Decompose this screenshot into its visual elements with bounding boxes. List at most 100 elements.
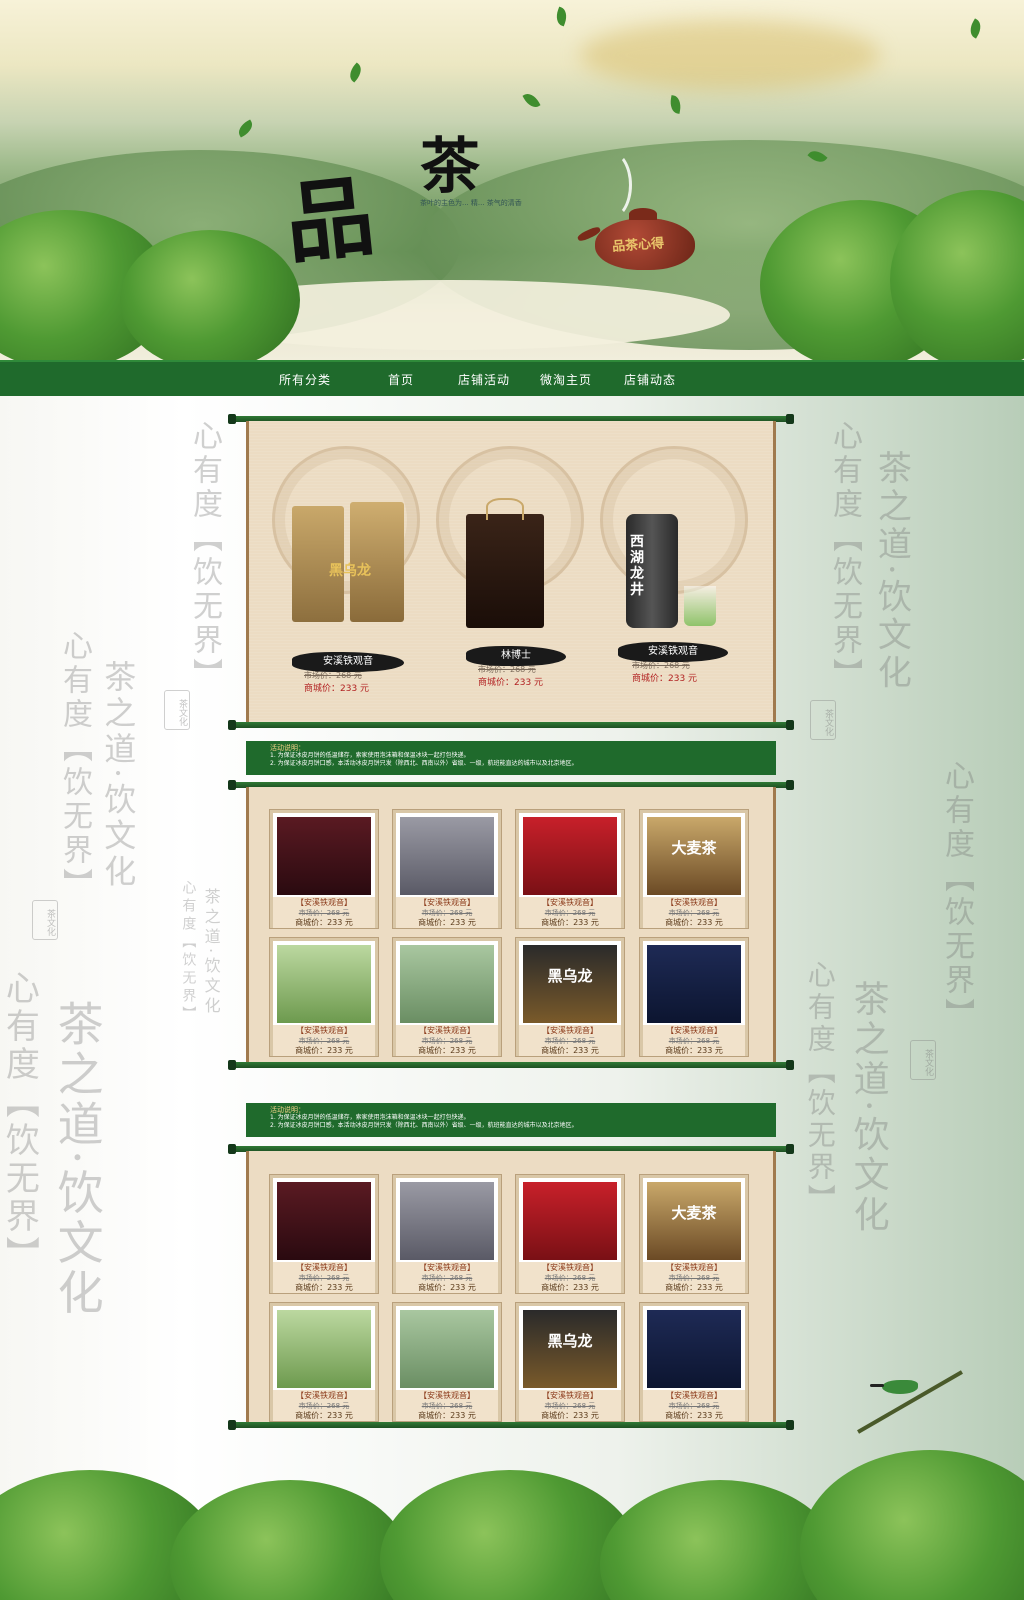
sale-price: 商城价：233 元 bbox=[396, 1282, 498, 1293]
product-card[interactable]: 【安溪铁观音】 市场价：268 元商城价：233 元 bbox=[393, 938, 501, 1056]
product-card[interactable]: 大麦茶 【安溪铁观音】 市场价：268 元商城价：233 元 bbox=[640, 1175, 748, 1293]
falling-leaf-icon bbox=[522, 90, 541, 111]
product-name: 【安溪铁观音】 bbox=[396, 1262, 498, 1273]
market-price: 市场价：268 元 bbox=[478, 665, 536, 674]
product-name: 【安溪铁观音】 bbox=[643, 897, 745, 908]
sale-price: 商城价：233 元 bbox=[519, 1410, 621, 1421]
product-name: 【安溪铁观音】 bbox=[519, 1390, 621, 1401]
golden-sky-glow bbox=[580, 20, 880, 90]
sale-price: 商城价：233 元 bbox=[632, 674, 698, 684]
sale-price: 商城价：233 元 bbox=[643, 917, 745, 928]
bg-calligraphy: 心有度【饮无界】 bbox=[187, 420, 222, 692]
product-name-brush: 林博士 bbox=[466, 646, 566, 666]
product-name: 【安溪铁观音】 bbox=[273, 1390, 375, 1401]
sale-price: 商城价：233 元 bbox=[273, 1282, 375, 1293]
product-image[interactable] bbox=[523, 1182, 617, 1260]
product-card[interactable]: 大麦茶 【安溪铁观音】 市场价：268 元商城价：233 元 bbox=[640, 810, 748, 928]
footer-tea-bushes bbox=[0, 1440, 1024, 1600]
product-card[interactable]: 黑乌龙 【安溪铁观音】 市场价：268 元商城价：233 元 bbox=[516, 938, 624, 1056]
sale-price: 商城价：233 元 bbox=[273, 1410, 375, 1421]
product-name: 【安溪铁观音】 bbox=[396, 1025, 498, 1036]
bg-calligraphy: 茶之道·饮文化 bbox=[201, 888, 221, 1018]
product-image-label: 西湖龙井 bbox=[630, 534, 644, 598]
product-card[interactable]: 【安溪铁观音】 市场价：268 元商城价：233 元 bbox=[516, 810, 624, 928]
product-image[interactable] bbox=[400, 1182, 494, 1260]
product-name-brush: 安溪铁观音 bbox=[292, 652, 404, 672]
logo-calligraphy-cha: 茶 bbox=[420, 132, 480, 202]
product-image[interactable] bbox=[277, 945, 371, 1023]
seal-stamp: 茶文化 bbox=[32, 900, 58, 940]
sale-price: 商城价：233 元 bbox=[519, 1282, 621, 1293]
tea-bush bbox=[380, 1470, 640, 1600]
product-image[interactable] bbox=[400, 945, 494, 1023]
product-card[interactable]: 【安溪铁观音】 市场价：268 元商城价：233 元 bbox=[640, 938, 748, 1056]
product-name: 【安溪铁观音】 bbox=[643, 1262, 745, 1273]
product-image[interactable] bbox=[277, 817, 371, 895]
product-name-brush: 安溪铁观音 bbox=[618, 642, 728, 662]
sale-price: 商城价：233 元 bbox=[273, 1045, 375, 1056]
bg-calligraphy: 心有度【饮无界】 bbox=[803, 960, 837, 1216]
tea-bush bbox=[800, 1450, 1024, 1600]
product-card[interactable]: 【安溪铁观音】 市场价：268 元商城价：233 元 bbox=[270, 1303, 378, 1421]
activity-notice-banner: 活动说明： 1. 为保证冰皮月饼的低温储存，索家使用泡沫箱和保温冰块一起打包快递… bbox=[246, 1103, 776, 1137]
sale-price: 商城价：233 元 bbox=[519, 1045, 621, 1056]
product-card[interactable]: 【安溪铁观音】 市场价：268 元商城价：233 元 bbox=[393, 1303, 501, 1421]
logo-calligraphy-pin: 品 bbox=[280, 163, 373, 276]
notice-line: 2. 为保证冰皮月饼口感，本活动冰皮月饼只发（除西北、西南以外）省级、一级，航班… bbox=[270, 760, 578, 767]
bg-calligraphy: 茶之道·饮文化 bbox=[50, 1000, 105, 1319]
product-name: 【安溪铁观音】 bbox=[273, 1025, 375, 1036]
bg-calligraphy: 心有度【饮无界】 bbox=[180, 880, 197, 1024]
nav-all-categories[interactable]: 所有分类 bbox=[279, 371, 331, 388]
product-card[interactable]: 【安溪铁观音】 市场价：268 元商城价：233 元 bbox=[516, 1175, 624, 1293]
sale-price: 商城价：233 元 bbox=[396, 917, 498, 928]
product-image-label: 黑乌龙 bbox=[547, 1332, 593, 1350]
activity-notice-banner: 活动说明： 1. 为保证冰皮月饼的低温储存，索家使用泡沫箱和保温冰块一起打包快递… bbox=[246, 741, 776, 775]
bag-handle-icon bbox=[486, 498, 524, 520]
sale-price: 商城价：233 元 bbox=[304, 684, 370, 694]
bg-calligraphy: 心有度【饮无界】 bbox=[0, 970, 40, 1274]
product-name: 【安溪铁观音】 bbox=[273, 897, 375, 908]
product-card[interactable]: 【安溪铁观音】 市场价：268 元商城价：233 元 bbox=[640, 1303, 748, 1421]
bg-calligraphy: 心有度【饮无界】 bbox=[57, 630, 92, 902]
product-image[interactable] bbox=[277, 1310, 371, 1388]
product-image[interactable] bbox=[647, 945, 741, 1023]
seal-stamp: 茶文化 bbox=[910, 1040, 936, 1080]
product-image[interactable] bbox=[523, 817, 617, 895]
product-image[interactable] bbox=[400, 817, 494, 895]
product-name: 【安溪铁观音】 bbox=[396, 897, 498, 908]
bg-calligraphy: 心有度【饮无界】 bbox=[939, 760, 974, 1032]
bg-calligraphy: 茶之道·饮文化 bbox=[99, 660, 138, 891]
tea-cup-image bbox=[684, 586, 716, 626]
falling-leaf-icon bbox=[553, 6, 570, 27]
teapot-lettering: 品茶心得 bbox=[611, 236, 665, 255]
notice-line: 1. 为保证冰皮月饼的低温储存，索家使用泡沫箱和保温冰块一起打包快递。 bbox=[270, 752, 470, 759]
main-navigation: 所有分类 首页 店铺活动 微淘主页 店铺动态 bbox=[0, 360, 1024, 396]
product-name: 【安溪铁观音】 bbox=[519, 897, 621, 908]
gift-bag-image[interactable] bbox=[466, 514, 544, 628]
sale-price: 商城价：233 元 bbox=[478, 678, 544, 688]
sale-price: 商城价：233 元 bbox=[396, 1045, 498, 1056]
seal-stamp: 茶文化 bbox=[810, 700, 836, 740]
product-image[interactable] bbox=[647, 1310, 741, 1388]
product-card[interactable]: 【安溪铁观音】 市场价：268 元商城价：233 元 bbox=[393, 1175, 501, 1293]
notice-line: 1. 为保证冰皮月饼的低温储存，索家使用泡沫箱和保温冰块一起打包快递。 bbox=[270, 1114, 470, 1121]
product-card[interactable]: 【安溪铁观音】 市场价：268 元商城价：233 元 bbox=[270, 938, 378, 1056]
product-image[interactable] bbox=[277, 1182, 371, 1260]
product-card[interactable]: 【安溪铁观音】 市场价：268 元商城价：233 元 bbox=[270, 1175, 378, 1293]
product-image[interactable] bbox=[400, 1310, 494, 1388]
nav-store-activities[interactable]: 店铺活动 bbox=[458, 371, 510, 388]
product-image-label: 大麦茶 bbox=[671, 839, 717, 857]
sale-price: 商城价：233 元 bbox=[643, 1045, 745, 1056]
scroll-rod bbox=[228, 1420, 794, 1430]
product-card[interactable]: 【安溪铁观音】 市场价：268 元商城价：233 元 bbox=[393, 810, 501, 928]
nav-home[interactable]: 首页 bbox=[388, 371, 414, 388]
nav-weitao-home[interactable]: 微淘主页 bbox=[540, 371, 592, 388]
product-card[interactable]: 黑乌龙 【安溪铁观音】 市场价：268 元商城价：233 元 bbox=[516, 1303, 624, 1421]
product-name: 【安溪铁观音】 bbox=[519, 1262, 621, 1273]
product-card[interactable]: 【安溪铁观音】 市场价：268 元商城价：233 元 bbox=[270, 810, 378, 928]
bg-calligraphy: 茶之道·饮文化 bbox=[871, 450, 912, 693]
nav-store-news[interactable]: 店铺动态 bbox=[624, 371, 676, 388]
bg-calligraphy: 茶之道·饮文化 bbox=[847, 980, 889, 1236]
product-name: 【安溪铁观音】 bbox=[643, 1025, 745, 1036]
product-image-label: 黑乌龙 bbox=[329, 563, 371, 579]
